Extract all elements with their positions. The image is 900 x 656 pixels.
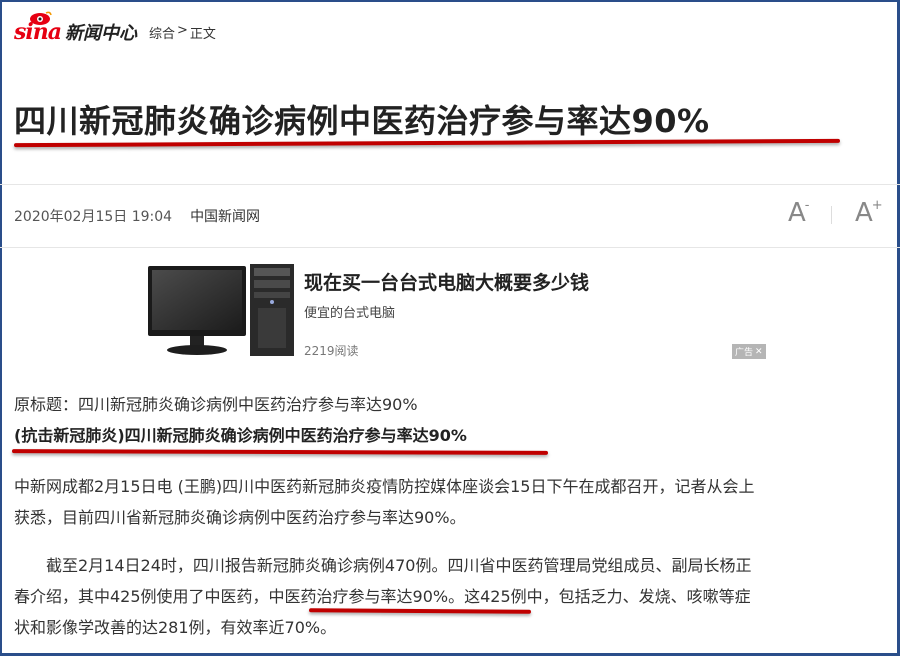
font-increase-mark: + <box>871 198 883 213</box>
highlighted-phrase: 中医药治疗参与率达90% <box>268 587 449 606</box>
logo-subtitle: 新闻中心 <box>65 23 137 44</box>
paragraph-1: 中新网成都2月15日电 (王鹏)四川中医药新冠肺炎疫情防控媒体座谈会15日下午在… <box>14 471 754 533</box>
ad-label: 广告 <box>735 348 754 358</box>
ad-subtitle: 便宜的台式电脑 <box>304 306 396 321</box>
font-decrease-mark: - <box>804 198 810 213</box>
breadcrumb-item-article: 正文 <box>189 26 216 42</box>
font-increase-icon: A <box>855 198 873 228</box>
bold-subtitle: (抗击新冠肺炎)四川新冠肺炎确诊病例中医药治疗参与率达90% <box>14 426 467 445</box>
breadcrumb-separator: > <box>177 22 188 38</box>
breadcrumb-item-general[interactable]: 综合 <box>149 23 175 42</box>
paragraph-1-line-1: 中新网成都2月15日电 (王鹏)四川中医药新冠肺炎疫情防控媒体座谈会15日下午在… <box>14 477 755 496</box>
divider-meta <box>0 247 900 248</box>
paragraph-2-line-2-end: 。这425例中，包括乏力、发烧、咳嗽等症 <box>448 587 751 606</box>
font-control-separator <box>831 206 832 224</box>
font-increase-button[interactable]: A + <box>855 198 883 228</box>
paragraph-2-line-1: 截至2月14日24时，四川报告新冠肺炎确诊病例470例。四川省中医药管理局党组成… <box>46 556 752 575</box>
ad-read-count: 2219阅读 <box>304 344 359 358</box>
paragraph-2: 截至2月14日24时，四川报告新冠肺炎确诊病例470例。四川省中医药管理局党组成… <box>14 550 751 643</box>
article-meta: 2020年02月15日 19:04 中国新闻网 <box>14 206 260 226</box>
paragraph-2-line-3: 状和影像学改善的达281例，有效率近70%。 <box>14 618 337 637</box>
sina-eye-icon <box>30 11 52 25</box>
divider-top <box>0 184 900 185</box>
font-decrease-icon: A <box>788 198 806 228</box>
article-source[interactable]: 中国新闻网 <box>190 206 260 226</box>
paragraph-2-line-2-start: 春介绍，其中425例使用了中医药， <box>14 587 269 606</box>
ad-title[interactable]: 现在买一台台式电脑大概要多少钱 <box>304 268 589 295</box>
font-decrease-button[interactable]: A- <box>788 198 810 228</box>
breadcrumb: 综合 > 正文 <box>149 23 216 42</box>
original-title: 原标题：四川新冠肺炎确诊病例中医药治疗参与率达90% <box>14 395 418 414</box>
ad-badge[interactable]: 广告 ✕ <box>732 344 766 359</box>
ad-close-icon[interactable]: ✕ <box>755 347 763 357</box>
paragraph-1-line-2: 获悉，目前四川省新冠肺炎确诊病例中医药治疗参与率达90%。 <box>14 508 466 527</box>
article-title: 四川新冠肺炎确诊病例中医药治疗参与率达90% <box>14 102 710 140</box>
desktop-computer-image[interactable] <box>146 262 298 358</box>
paragraph-2-line-2: 春介绍，其中425例使用了中医药，中医药治疗参与率达90%。这425例中，包括乏… <box>14 581 751 612</box>
publish-date: 2020年02月15日 19:04 <box>14 209 173 225</box>
